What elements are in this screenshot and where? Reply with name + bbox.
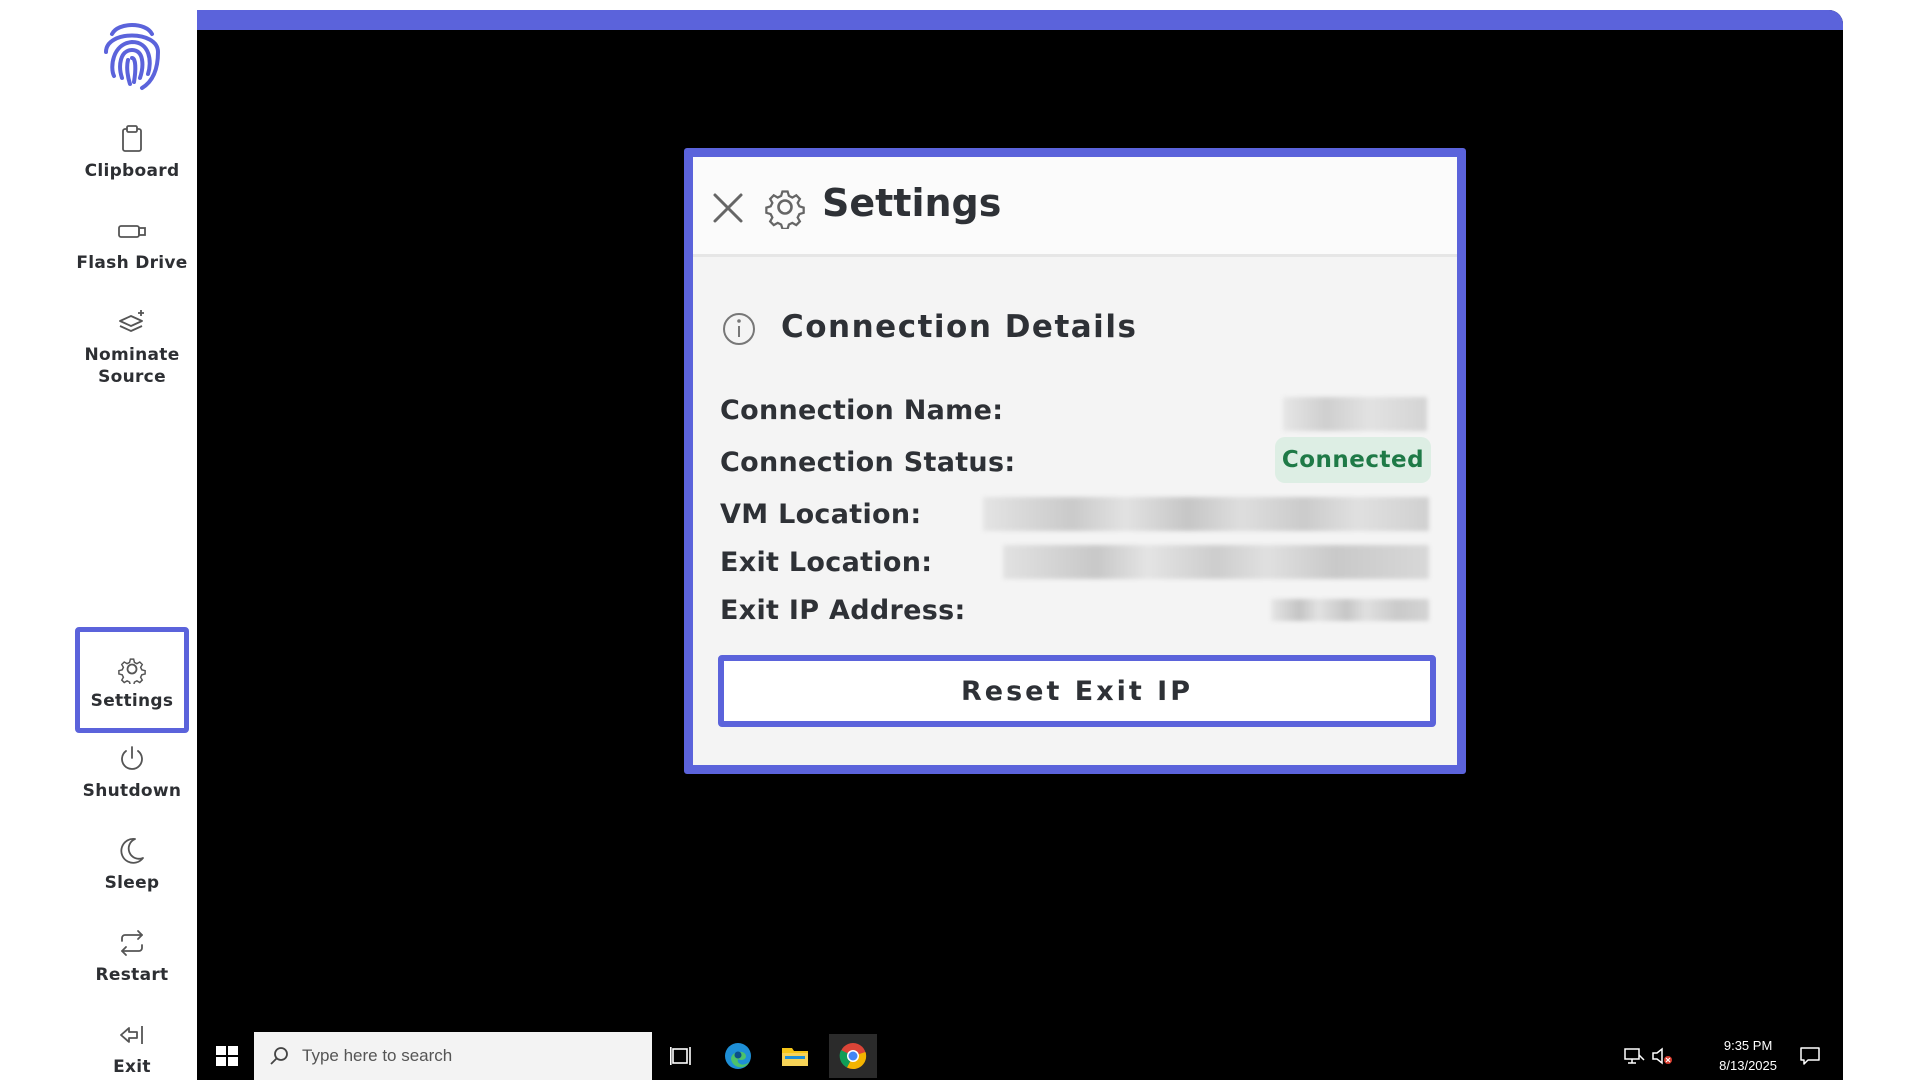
search-icon — [270, 1047, 288, 1065]
screen-top-bar — [197, 10, 1843, 30]
redacted-value — [983, 497, 1429, 531]
network-icon[interactable] — [1623, 1046, 1645, 1066]
status-badge: Connected — [1275, 437, 1431, 483]
section-title: Connection Details — [781, 309, 1138, 345]
connection-status-label: Connection Status: — [720, 447, 1016, 478]
reset-exit-ip-button[interactable]: Reset Exit IP — [718, 655, 1436, 727]
clipboard-icon — [122, 125, 142, 152]
remote-desktop-screen[interactable]: Settings Connection Details Connection N… — [197, 10, 1843, 1080]
task-view-icon[interactable] — [664, 1038, 700, 1074]
taskbar-search-input[interactable]: Type here to search — [254, 1032, 652, 1080]
search-placeholder: Type here to search — [302, 1046, 453, 1065]
sidebar-item-label: Exit — [113, 1057, 151, 1077]
clock-date: 8/13/2025 — [1719, 1058, 1777, 1073]
exit-icon — [120, 1026, 143, 1044]
sidebar-item-label: Clipboard — [84, 161, 180, 181]
chrome-browser-icon[interactable] — [829, 1034, 877, 1078]
edge-browser-icon[interactable] — [720, 1038, 756, 1074]
windows-taskbar: Type here to search 9:35 PM 8/13/2025 — [197, 1032, 1843, 1080]
power-icon — [121, 746, 143, 770]
sidebar-item-label: Settings — [90, 691, 174, 711]
gear-icon — [118, 658, 146, 684]
sidebar-item-label: Shutdown — [82, 781, 182, 801]
windows-start-icon[interactable] — [215, 1044, 239, 1068]
notification-center-icon[interactable] — [1799, 1046, 1821, 1066]
system-clock[interactable]: 9:35 PM 8/13/2025 — [1719, 1036, 1777, 1076]
redacted-value — [1283, 397, 1427, 431]
settings-dialog: Settings Connection Details Connection N… — [684, 148, 1466, 774]
restart-icon — [121, 930, 143, 956]
sidebar-item-label: Nominate Source — [84, 345, 180, 387]
gear-icon — [765, 190, 805, 229]
connection-name-label: Connection Name: — [720, 395, 1004, 426]
clock-time: 9:35 PM — [1723, 1038, 1773, 1053]
exit-location-label: Exit Location: — [720, 547, 933, 578]
sidebar-item-label: Sleep — [104, 873, 160, 893]
exit-ip-label: Exit IP Address: — [720, 595, 966, 626]
flash-drive-icon — [118, 225, 146, 238]
dialog-title: Settings — [822, 181, 1002, 225]
info-icon — [723, 313, 755, 345]
sidebar-item-label: Flash Drive — [76, 253, 188, 273]
volume-muted-icon[interactable] — [1651, 1046, 1673, 1066]
vm-location-label: VM Location: — [720, 499, 922, 530]
redacted-value — [1003, 545, 1429, 579]
fingerprint-logo-icon — [104, 23, 161, 90]
app-sidebar: Clipboard Flash Drive Nominate Source Se… — [0, 0, 196, 1080]
dialog-header: Settings — [693, 157, 1457, 257]
file-explorer-icon[interactable] — [777, 1038, 813, 1074]
redacted-value — [1271, 599, 1429, 621]
moon-icon — [120, 838, 144, 864]
close-icon[interactable] — [711, 191, 745, 225]
sidebar-item-label: Restart — [95, 965, 169, 985]
nominate-source-icon — [119, 310, 144, 332]
